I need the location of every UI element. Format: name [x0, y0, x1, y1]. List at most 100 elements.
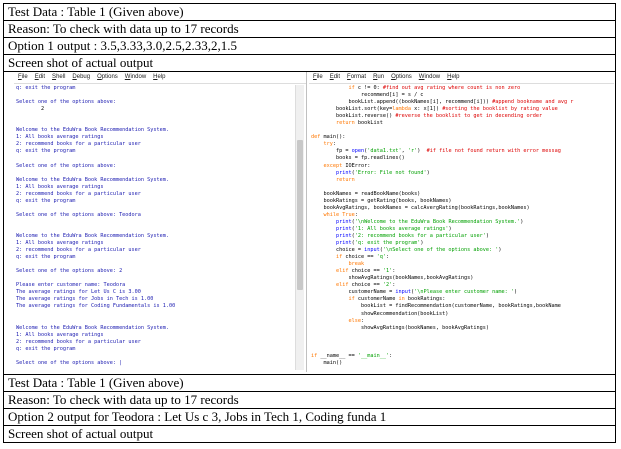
screenshot-label-cell: Screen shot of actual output — [3, 54, 616, 72]
code-line: if c != 0: #find out avg rating where co… — [348, 85, 521, 91]
shell-line: Select one of the options above: Teodora — [16, 211, 141, 218]
shell-line: 2: recommend books for a particular user — [16, 141, 141, 148]
code-line: while True: — [323, 211, 358, 218]
shell-output[interactable]: q: exit the program Select one of the opt… — [16, 85, 294, 370]
shell-line: Select one of the options above: | — [16, 359, 123, 366]
code-line: if customerName in bookRatings: — [348, 296, 446, 303]
code-line: return bookList — [336, 120, 383, 127]
shell-line: q: exit the program — [16, 148, 76, 155]
shell-scrollbar[interactable] — [295, 85, 304, 370]
code-line: print('1: All books average ratings') — [336, 225, 452, 232]
shell-line: The average ratings for Jobs in Tech is … — [16, 296, 154, 303]
shell-menu-window[interactable]: Window — [125, 73, 146, 84]
shell-line: 1: All books average ratings — [16, 134, 104, 141]
editor-menu-window[interactable]: Window — [419, 73, 440, 84]
shell-line: 2 — [16, 106, 45, 113]
code-line: bookList.append((bookNames[i], recommend… — [311, 99, 574, 106]
code-editor-window: File Edit Format Run Options Window Help if c … — [309, 72, 614, 372]
code-line: print('2: recommend books for a particul… — [336, 232, 490, 239]
code-line: break — [348, 261, 365, 268]
code-line: elif choice == '1': — [336, 268, 396, 275]
code-line: print('\nWelcome to the EduWra Book Reco… — [336, 218, 524, 225]
shell-line: q: exit the program — [16, 345, 76, 352]
editor-menu-file[interactable]: File — [313, 73, 323, 84]
shell-line: Welcome to the EduWra Book Recommendatio… — [16, 176, 170, 183]
code-line: bookList.sort(key=lambda x: x[1]) #sorti… — [311, 106, 558, 113]
test-data-cell-2: Test Data : Table 1 (Given above) — [3, 374, 616, 392]
shell-line: 1: All books average ratings — [16, 240, 104, 247]
source-code[interactable]: if c != 0: #find out avg rating where co… — [311, 85, 612, 370]
code-line: print('q: exit the program') — [336, 240, 424, 247]
shell-line: 2: recommend books for a particular user — [16, 338, 141, 345]
code-line: recommend[i] = s / c — [311, 92, 424, 99]
reason-cell: Reason: To check with data up to 17 reco… — [3, 20, 616, 38]
screenshot-cell: File Edit Shell Debug Options Window Help q: e… — [3, 71, 616, 375]
editor-menu-options[interactable]: Options — [391, 73, 412, 84]
editor-menu-format[interactable]: Format — [347, 73, 366, 84]
shell-line: Please enter customer name: Teodora — [16, 282, 126, 289]
shell-line: 1: All books average ratings — [16, 183, 104, 190]
code-line: showAvgRatings(bookNames, bookAvgRatings… — [311, 324, 490, 331]
code-line: except IOError: — [323, 162, 371, 169]
editor-menu-edit[interactable]: Edit — [330, 73, 340, 84]
python-shell-window: File Edit Shell Debug Options Window Help q: e… — [14, 72, 307, 372]
shell-line: 1: All books average ratings — [16, 331, 104, 338]
code-line: main() — [311, 359, 343, 366]
shell-line: Welcome to the EduWra Book Recommendatio… — [16, 324, 170, 331]
code-line: if __name__ == '__main__': — [311, 352, 393, 359]
code-line: choice = input('\nSelect one of the opti… — [311, 247, 502, 254]
test-case-table: Test Data : Table 1 (Given above) Reason… — [3, 3, 616, 443]
code-line: bookList = findRecommendation(customerNa… — [311, 303, 561, 310]
shell-menu-help[interactable]: Help — [153, 73, 165, 84]
shell-menu-shell[interactable]: Shell — [52, 73, 65, 84]
shell-line: Welcome to the EduWra Book Recommendatio… — [16, 127, 170, 134]
code-line: print('Error: File not found') — [336, 169, 430, 176]
shell-line: q: exit the program — [16, 85, 76, 91]
editor-menubar: File Edit Format Run Options Window Help — [309, 73, 614, 84]
editor-menu-help[interactable]: Help — [447, 73, 459, 84]
code-line: bookRatings = getRating(books, bookNames… — [311, 197, 452, 204]
code-line: bookAvgRatings, bookNames = calcAvergRat… — [311, 204, 530, 211]
shell-line: The average ratings for Let Us C is 3.00 — [16, 289, 141, 296]
shell-line: q: exit the program — [16, 254, 76, 261]
code-line: try: — [323, 141, 337, 148]
shell-line: q: exit the program — [16, 197, 76, 204]
code-line: def main(): — [311, 134, 346, 141]
code-line: return — [336, 176, 355, 183]
shell-line: Select one of the options above: — [16, 99, 116, 106]
editor-menu-run[interactable]: Run — [373, 73, 384, 84]
code-line: bookNames = readBookName(books) — [311, 190, 421, 197]
code-line: if choice == 'q': — [336, 254, 390, 261]
shell-menu-options[interactable]: Options — [97, 73, 118, 84]
output-cell: Option 1 output : 3.5,3.33,3.0,2.5,2.33,… — [3, 37, 616, 55]
shell-menu-file[interactable]: File — [18, 73, 28, 84]
shell-line: The average ratings for Coding Fundament… — [16, 303, 176, 310]
test-data-cell: Test Data : Table 1 (Given above) — [3, 3, 616, 21]
code-line: else: — [348, 317, 365, 324]
shell-menu-debug[interactable]: Debug — [72, 73, 90, 84]
code-line: showRecommendation(bookList) — [311, 310, 449, 317]
shell-line: 2: recommend books for a particular user — [16, 247, 141, 254]
shell-menu-edit[interactable]: Edit — [35, 73, 45, 84]
code-line: elif choice == '2': — [336, 282, 396, 289]
shell-line: 2: recommend books for a particular user — [16, 190, 141, 197]
scrollbar-thumb[interactable] — [297, 140, 303, 290]
output-cell-2: Option 2 output for Teodora : Let Us c 3… — [3, 408, 616, 426]
code-line: books = fp.readlines() — [311, 155, 405, 162]
